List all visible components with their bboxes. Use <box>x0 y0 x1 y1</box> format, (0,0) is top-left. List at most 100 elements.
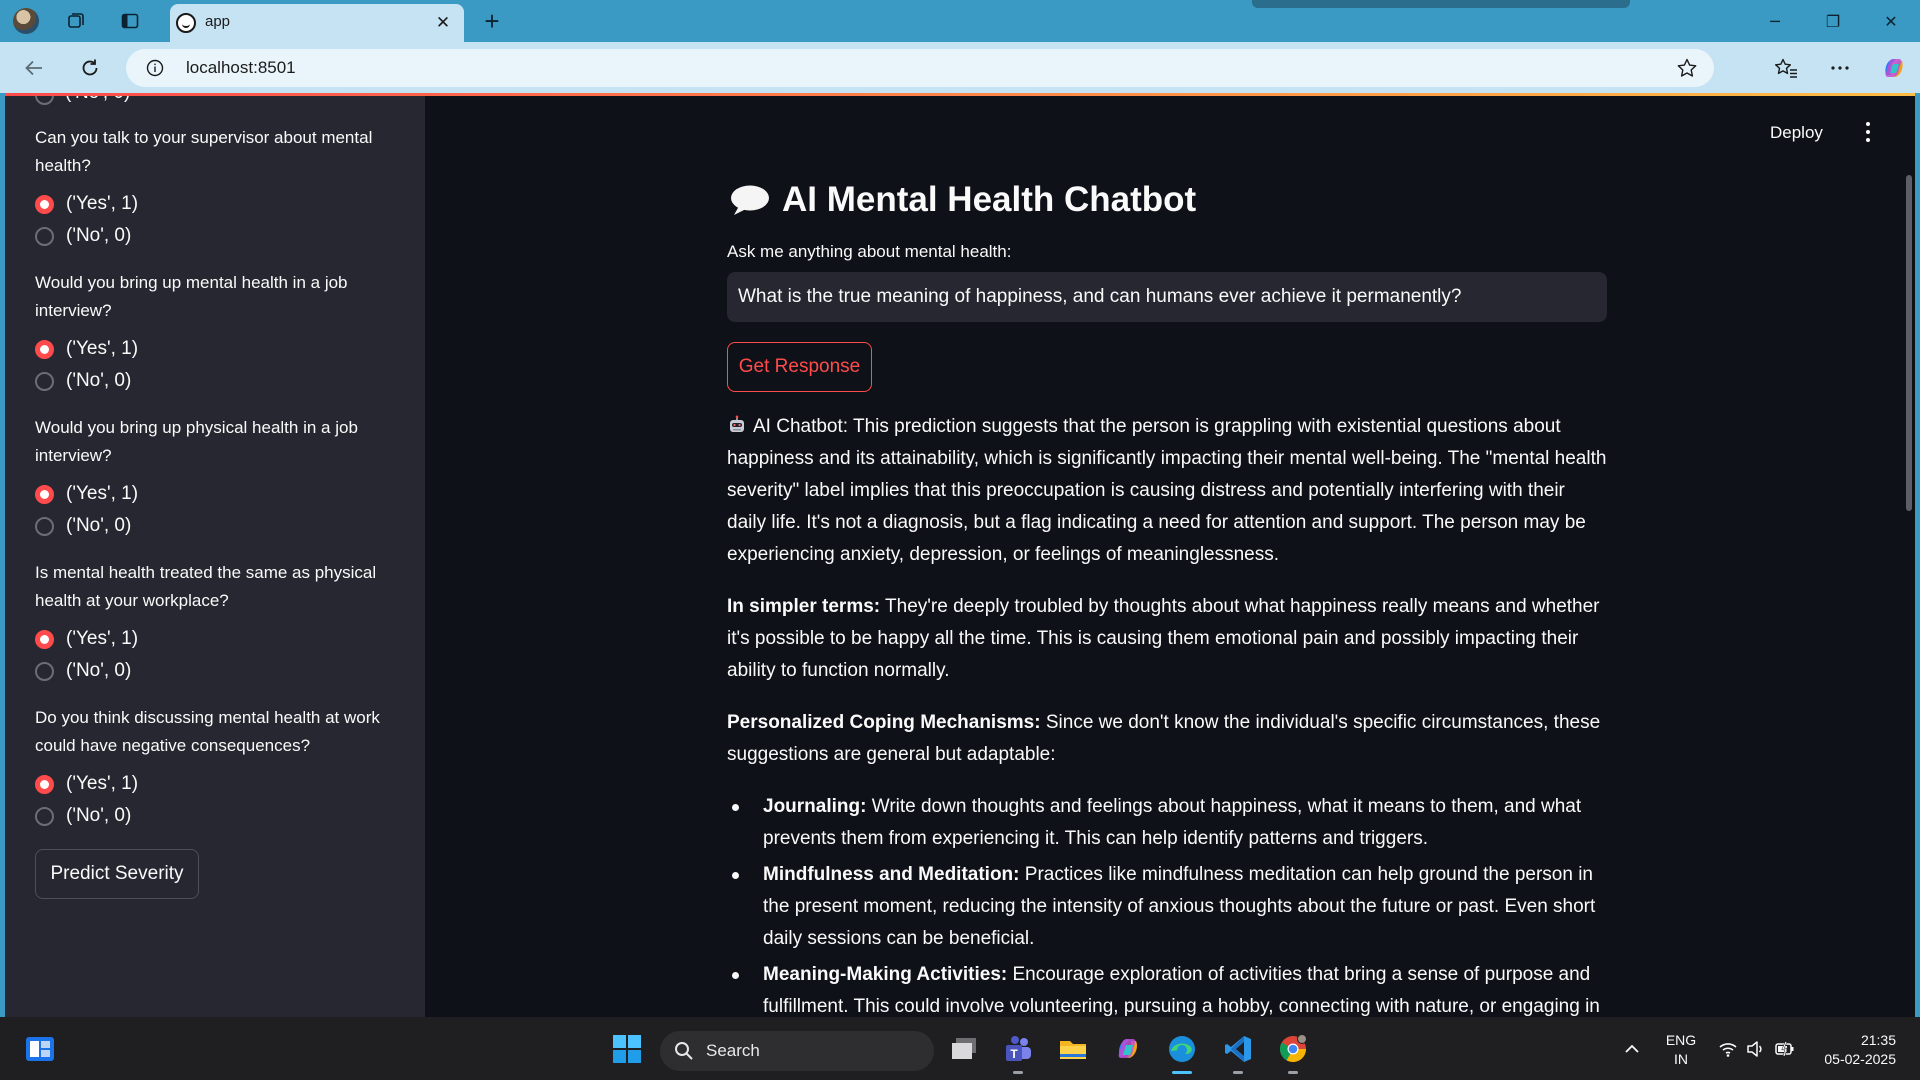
minimize-button[interactable]: ─ <box>1746 0 1804 42</box>
language-code: ENG <box>1665 1032 1697 1048</box>
chevron-up-icon[interactable] <box>1622 1039 1642 1059</box>
new-tab-button[interactable]: + <box>478 8 506 36</box>
radio-option-label: ('No', 0) <box>65 96 130 104</box>
radio-option-yes[interactable]: ('Yes', 1) <box>35 627 138 651</box>
radio-unselected-icon[interactable] <box>35 371 54 391</box>
back-button[interactable] <box>18 52 50 84</box>
copilot-icon[interactable] <box>1110 1031 1146 1067</box>
chatbot-response: AI Chatbot: This prediction suggests tha… <box>727 411 1607 1017</box>
radio-option-yes[interactable]: ('Yes', 1) <box>35 772 138 796</box>
response-intro: AI Chatbot: This prediction suggests tha… <box>727 411 1607 571</box>
question-label: Is mental health treated the same as phy… <box>35 563 377 610</box>
input-label: Ask me anything about mental health: <box>727 242 1012 261</box>
chrome-icon[interactable] <box>1275 1031 1311 1074</box>
file-explorer-icon[interactable] <box>1055 1031 1091 1067</box>
radio-unselected-icon[interactable] <box>35 226 54 246</box>
radio-selected-icon[interactable] <box>35 339 54 359</box>
radio-option-no[interactable]: ('No', 0) <box>35 514 131 538</box>
info-icon[interactable] <box>146 59 164 77</box>
list-item: Mindfulness and Meditation: Practices li… <box>727 859 1607 955</box>
window-border <box>1915 93 1920 1017</box>
address-bar[interactable]: localhost:8501 <box>126 49 1714 87</box>
search-placeholder: Search <box>706 1041 760 1060</box>
window-drag-handle[interactable] <box>1252 0 1630 8</box>
coping-list: Journaling: Write down thoughts and feel… <box>727 791 1607 1017</box>
list-item: Meaning-Making Activities: Encourage exp… <box>727 959 1607 1017</box>
clock-date: 05-02-2025 <box>1824 1051 1896 1067</box>
start-button[interactable] <box>609 1031 645 1067</box>
favorite-star-icon[interactable] <box>1676 57 1698 79</box>
get-response-button[interactable]: Get Response <box>727 342 872 392</box>
task-view-icon[interactable] <box>946 1031 982 1067</box>
search-icon <box>675 1042 693 1060</box>
workspaces-icon[interactable] <box>62 7 90 35</box>
tab-title: app <box>205 13 231 30</box>
main-menu-icon[interactable] <box>1858 118 1878 146</box>
url-text[interactable]: localhost:8501 <box>186 58 296 78</box>
running-indicator <box>1172 1071 1192 1074</box>
radio-unselected-icon[interactable] <box>35 516 54 536</box>
radio-selected-icon[interactable] <box>35 194 54 214</box>
widgets-icon[interactable] <box>22 1031 58 1067</box>
radio-option-no[interactable]: ('No', 0) <box>35 369 131 393</box>
radio-option-label: ('No', 0) <box>66 515 132 536</box>
radio-unselected-icon[interactable] <box>35 806 54 826</box>
vscode-icon[interactable] <box>1220 1031 1256 1074</box>
running-indicator <box>1013 1071 1023 1074</box>
radio-unselected-icon[interactable] <box>35 661 54 681</box>
radio-option-label: ('No', 0) <box>66 225 132 246</box>
page-title-row: AI Mental Health Chatbot <box>730 175 1196 225</box>
wifi-icon[interactable] <box>1718 1039 1738 1059</box>
running-indicator <box>1233 1071 1243 1074</box>
question-label: Would you bring up mental health in a jo… <box>35 273 348 320</box>
question-label: Would you bring up physical health in a … <box>35 418 358 465</box>
radio-selected-icon[interactable] <box>35 629 54 649</box>
tab-close-icon[interactable]: ✕ <box>432 12 454 34</box>
response-simpler: In simpler terms: They're deeply trouble… <box>727 591 1607 687</box>
volume-icon[interactable] <box>1745 1039 1765 1059</box>
browser-tab-active[interactable]: app ✕ <box>170 4 464 42</box>
deploy-button[interactable]: Deploy <box>1770 123 1823 143</box>
radio-option-no[interactable]: ('No', 0) <box>35 804 131 828</box>
window-controls: ─ ❐ ✕ <box>1746 0 1920 42</box>
more-options-icon[interactable] <box>1824 52 1856 84</box>
radio-option-yes[interactable]: ('Yes', 1) <box>35 337 138 361</box>
restore-button[interactable]: ❐ <box>1804 0 1862 42</box>
close-window-button[interactable]: ✕ <box>1862 0 1920 42</box>
system-clock[interactable]: 21:35 05-02-2025 <box>1810 1031 1896 1069</box>
copilot-icon[interactable] <box>1878 52 1910 84</box>
refresh-button[interactable] <box>74 52 106 84</box>
tab-actions-icon[interactable] <box>116 7 144 35</box>
radio-selected-icon[interactable] <box>35 484 54 504</box>
question-label: Do you think discussing mental health at… <box>35 708 380 755</box>
main-scrollbar[interactable] <box>1906 175 1912 511</box>
streamlit-app: ('No', 0) Can you talk to your superviso… <box>0 93 1920 1017</box>
teams-icon[interactable]: T <box>1000 1031 1036 1074</box>
language-indicator[interactable]: ENG IN <box>1664 1031 1698 1069</box>
radio-selected-icon[interactable] <box>35 774 54 794</box>
taskbar: Search T ENG IN 21:35 05-02-2025 <box>0 1017 1920 1080</box>
favorites-icon[interactable] <box>1770 52 1802 84</box>
speech-bubble-icon <box>731 185 769 215</box>
radio-button[interactable] <box>35 96 54 105</box>
predict-severity-button[interactable]: Predict Severity <box>35 849 199 899</box>
question-label: Can you talk to your supervisor about me… <box>35 128 373 175</box>
sidebar: ('No', 0) Can you talk to your superviso… <box>5 96 425 1017</box>
battery-icon[interactable] <box>1774 1039 1796 1059</box>
radio-option-no[interactable]: ('No', 0) <box>35 224 131 248</box>
list-item-heading: Meaning-Making Activities: <box>763 964 1008 985</box>
response-coping: Personalized Coping Mechanisms: Since we… <box>727 707 1607 771</box>
radio-option-yes[interactable]: ('Yes', 1) <box>35 482 138 506</box>
profile-avatar[interactable] <box>12 7 40 35</box>
running-indicator <box>1288 1071 1298 1074</box>
radio-option-label: ('No', 0) <box>66 805 132 826</box>
radio-option-no[interactable]: ('No', 0) <box>35 659 131 683</box>
response-simpler-heading: In simpler terms: <box>727 596 881 617</box>
edge-browser-icon[interactable] <box>1164 1031 1200 1074</box>
taskbar-search[interactable]: Search <box>660 1031 934 1071</box>
radio-option-label: ('Yes', 1) <box>66 628 139 649</box>
response-coping-heading: Personalized Coping Mechanisms: <box>727 712 1041 733</box>
radio-option-label: ('Yes', 1) <box>66 193 139 214</box>
radio-option-yes[interactable]: ('Yes', 1) <box>35 192 138 216</box>
question-input[interactable] <box>727 272 1607 322</box>
